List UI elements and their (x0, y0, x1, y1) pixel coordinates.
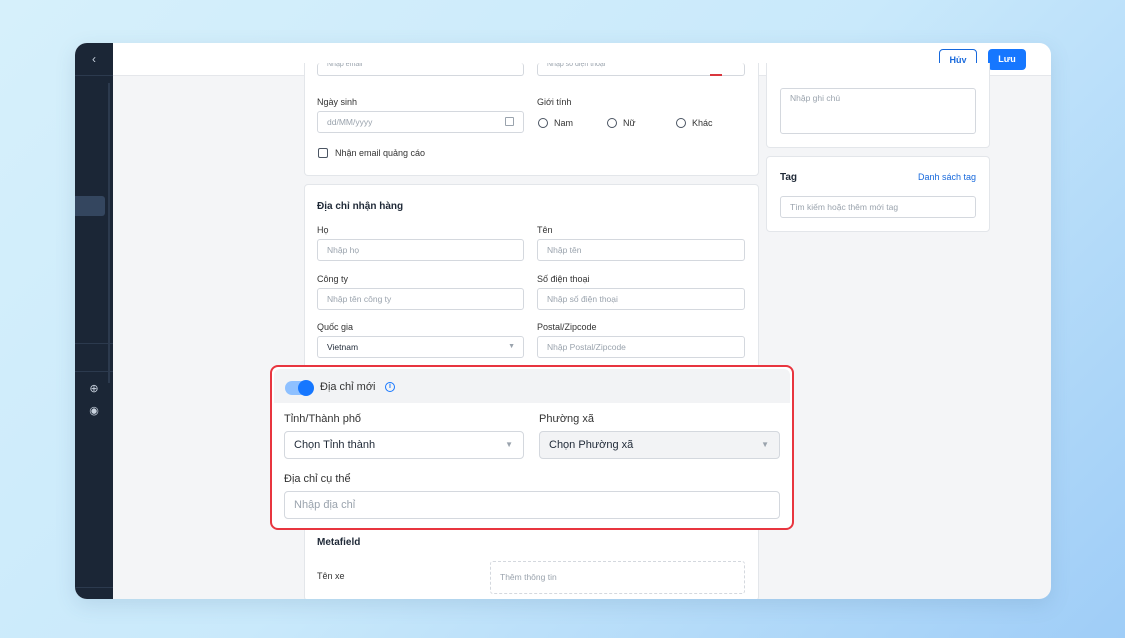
last-name-label: Họ (317, 225, 329, 235)
new-address-toggle[interactable] (285, 380, 314, 396)
gender-radio-other[interactable] (676, 118, 686, 128)
chevron-down-icon: ▼ (508, 343, 515, 350)
postal-label: Postal/Zipcode (537, 322, 597, 332)
ward-select[interactable]: Chọn Phường xã ▼ (539, 431, 780, 459)
tag-title: Tag (780, 172, 798, 183)
note-card: Nhập ghi chú (766, 63, 990, 148)
company-input[interactable]: Nhập tên công ty (317, 288, 524, 310)
new-address-section: Địa chỉ mới i Tỉnh/Thành phố Chọn Tỉnh t… (270, 365, 794, 530)
ward-label: Phường xã (539, 413, 594, 425)
car-name-label: Tên xe (317, 571, 345, 581)
first-name-input[interactable]: Nhập tên (537, 239, 745, 261)
marketing-label: Nhận email quảng cáo (335, 148, 426, 158)
shipping-phone-input[interactable]: Nhập số điện thoại (537, 288, 745, 310)
gender-option-label: Nam (554, 118, 574, 128)
metafield-title: Metafield (317, 537, 361, 548)
last-name-input[interactable]: Nhập họ (317, 239, 524, 261)
info-icon[interactable]: i (385, 382, 395, 392)
detail-address-input[interactable]: Nhập địa chỉ (284, 491, 780, 519)
new-address-header: Địa chỉ mới i (274, 369, 790, 403)
sidebar-divider (75, 587, 113, 588)
gender-option-label: Nữ (623, 118, 636, 128)
tag-list-link[interactable]: Danh sách tag (918, 172, 976, 182)
province-select[interactable]: Chọn Tỉnh thành ▼ (284, 431, 524, 459)
gender-radio-female[interactable] (607, 118, 617, 128)
marketing-checkbox[interactable] (318, 148, 328, 158)
sidebar-item-active[interactable] (75, 196, 105, 216)
country-label: Quốc gia (317, 322, 354, 332)
chevron-down-icon: ▼ (761, 440, 769, 449)
country-select[interactable]: Vietnam ▼ (317, 336, 524, 358)
country-flag-icon[interactable] (710, 74, 722, 76)
note-input[interactable]: Nhập ghi chú (780, 88, 976, 134)
app-window: ‹ ⊕ ◉ Hủy Lưu Nhập email Nhập số điện th… (75, 43, 1051, 599)
ward-value: Chọn Phường xã (549, 439, 634, 451)
email-input[interactable]: Nhập email (317, 63, 524, 76)
plus-circle-icon[interactable]: ⊕ (88, 383, 100, 395)
tag-card: Tag Danh sách tag Tìm kiếm hoặc thêm mới… (766, 156, 990, 232)
tag-search-input[interactable]: Tìm kiếm hoặc thêm mới tag (780, 196, 976, 218)
gender-option-label: Khác (692, 118, 713, 128)
phone-label: Số điện thoại (537, 274, 590, 284)
calendar-icon[interactable] (505, 117, 514, 126)
save-button[interactable]: Lưu (988, 49, 1026, 70)
chevron-left-icon[interactable]: ‹ (75, 43, 113, 76)
company-label: Công ty (317, 274, 349, 284)
gender-label: Giới tính (537, 97, 572, 107)
sidebar: ‹ ⊕ ◉ (75, 43, 113, 599)
detail-address-label: Địa chỉ cụ thể (284, 473, 351, 485)
sidebar-divider (75, 343, 113, 344)
sidebar-divider (75, 371, 113, 372)
province-value: Chọn Tỉnh thành (294, 439, 376, 451)
new-address-toggle-label: Địa chỉ mới (320, 381, 376, 393)
birthday-label: Ngày sinh (317, 97, 358, 107)
province-label: Tỉnh/Thành phố (284, 413, 362, 425)
country-value: Vietnam (327, 342, 359, 352)
postal-input[interactable]: Nhập Postal/Zipcode (537, 336, 745, 358)
birthday-input[interactable]: dd/MM/yyyy (317, 111, 524, 133)
chevron-down-icon: ▼ (505, 440, 513, 449)
gender-radio-male[interactable] (538, 118, 548, 128)
car-name-input[interactable]: Thêm thông tin (490, 561, 745, 594)
eye-icon[interactable]: ◉ (88, 405, 100, 417)
sidebar-scrollbar[interactable] (108, 83, 110, 383)
toggle-knob (298, 380, 314, 396)
shipping-title: Địa chỉ nhận hàng (317, 201, 404, 212)
contact-card: Nhập email Nhập số điện thoại Ngày sinh … (304, 63, 759, 176)
first-name-label: Tên (537, 225, 553, 235)
